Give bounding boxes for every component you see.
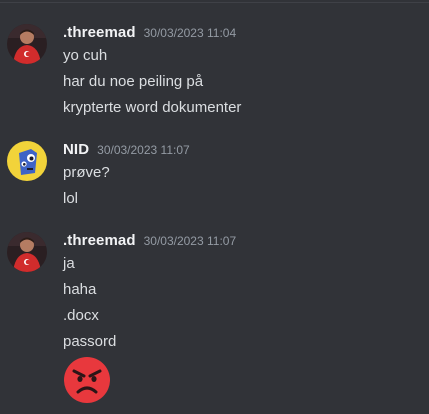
timestamp: 30/03/2023 11:07 <box>97 143 190 157</box>
message-header: .threemad 30/03/2023 11:07 <box>63 232 236 254</box>
message-header: NID 30/03/2023 11:07 <box>63 141 190 163</box>
avatar[interactable] <box>7 24 47 64</box>
divider <box>0 2 429 3</box>
avatar[interactable] <box>7 141 47 181</box>
username[interactable]: NID <box>63 141 89 158</box>
message-text: passord <box>63 333 117 350</box>
message-header: .threemad 30/03/2023 11:04 <box>63 24 236 46</box>
timestamp: 30/03/2023 11:04 <box>143 26 237 40</box>
username[interactable]: .threemad <box>63 24 136 41</box>
message-text: krypterte word dokumenter <box>63 99 242 116</box>
message-text: prøve? <box>63 164 110 181</box>
message-text: ja <box>63 255 75 272</box>
chat-messages: .threemad 30/03/2023 11:04 yo cuh har du… <box>0 0 429 414</box>
avatar[interactable] <box>7 232 47 272</box>
message-text: .docx <box>63 307 99 324</box>
timestamp: 30/03/2023 11:07 <box>143 234 237 248</box>
message-text: haha <box>63 281 97 298</box>
message-text: har du noe peiling på <box>63 73 204 90</box>
message-text: yo cuh <box>63 47 108 64</box>
angry-face-emoji[interactable] <box>63 356 111 404</box>
message-text: lol <box>63 190 79 207</box>
username[interactable]: .threemad <box>63 232 136 249</box>
